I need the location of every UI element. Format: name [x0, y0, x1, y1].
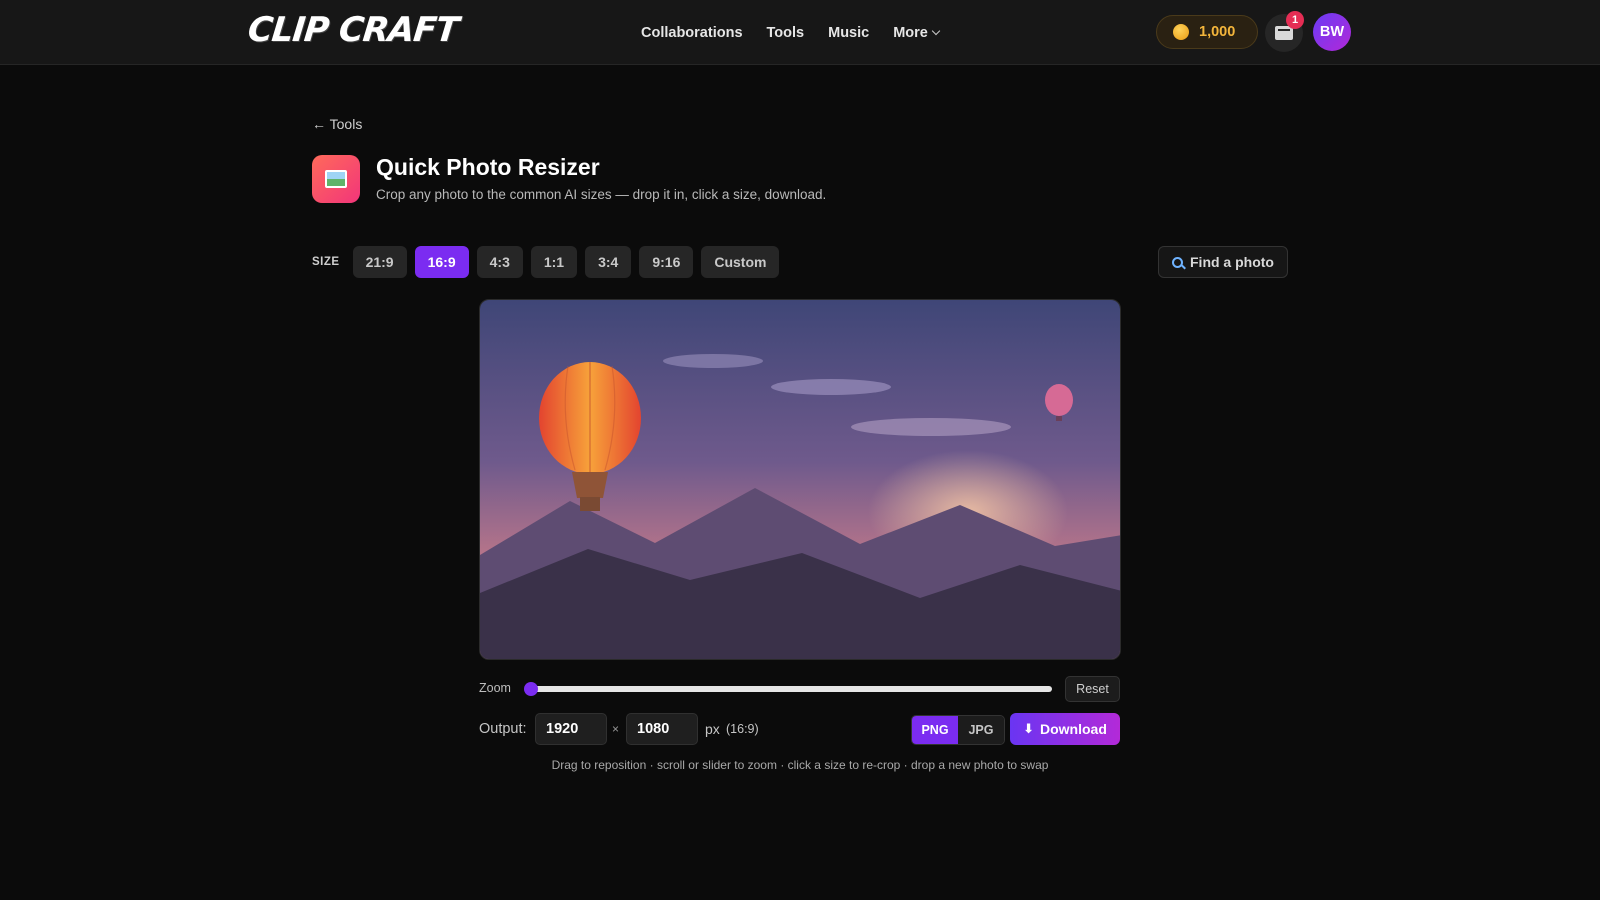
nav-music[interactable]: Music — [828, 25, 869, 41]
nav-more-label: More — [893, 24, 928, 41]
crop-canvas[interactable] — [479, 299, 1121, 660]
search-icon — [1172, 256, 1183, 268]
size-option-custom[interactable]: Custom — [701, 246, 780, 278]
format-jpg[interactable]: JPG — [958, 716, 1004, 744]
reset-button[interactable]: Reset — [1065, 676, 1120, 702]
back-to-tools-link[interactable]: ← Tools — [312, 116, 362, 132]
output-controls: Output: 1920 × 1080 px (16:9) PNG JPG ⬇ … — [479, 713, 1121, 745]
zoom-control: Zoom Reset — [479, 676, 1121, 702]
nav-tools[interactable]: Tools — [767, 25, 805, 41]
notification-badge: 1 — [1286, 11, 1304, 29]
unit-label: px — [705, 721, 720, 737]
chevron-down-icon — [931, 26, 941, 35]
size-option-16-9[interactable]: 16:9 — [414, 246, 469, 278]
size-option-1-1[interactable]: 1:1 — [530, 246, 578, 278]
dimension-separator: × — [612, 722, 620, 736]
zoom-slider[interactable] — [530, 686, 1052, 692]
find-photo-label: Find a photo — [1190, 254, 1274, 270]
page-title: Quick Photo Resizer — [376, 154, 600, 180]
size-option-9-16[interactable]: 9:16 — [639, 246, 694, 278]
output-width-field[interactable]: 1920 — [535, 713, 607, 745]
find-photo-button[interactable]: Find a photo — [1158, 246, 1288, 278]
size-label: SIZE — [312, 256, 340, 268]
zoom-slider-handle[interactable] — [524, 682, 538, 696]
main-nav: Collaborations Tools Music More — [641, 0, 941, 65]
download-label: Download — [1040, 721, 1107, 737]
download-button[interactable]: ⬇ Download — [1010, 713, 1120, 745]
output-label: Output: — [479, 721, 527, 737]
page-subtitle: Crop any photo to the common AI sizes — … — [376, 187, 827, 202]
image-icon-picture — [325, 170, 347, 188]
photo-preview — [480, 300, 1120, 659]
image-icon — [312, 155, 360, 203]
nav-more[interactable]: More — [893, 24, 941, 41]
format-png[interactable]: PNG — [912, 716, 958, 744]
logo[interactable]: CLIP CRAFT — [246, 10, 460, 50]
coin-balance[interactable]: 1,000 — [1156, 15, 1258, 49]
ratio-label: (16:9) — [726, 722, 759, 736]
zoom-label: Zoom — [479, 681, 511, 695]
size-selector: SIZE 21:9 16:9 4:3 1:1 3:4 9:16 Custom — [312, 246, 780, 278]
size-option-3-4[interactable]: 3:4 — [585, 246, 632, 278]
format-toggle: PNG JPG — [911, 715, 1005, 745]
output-height-field[interactable]: 1080 — [626, 713, 698, 745]
avatar[interactable]: BW — [1313, 13, 1351, 51]
top-navbar: CLIP CRAFT Collaborations Tools Music Mo… — [0, 0, 1600, 65]
download-icon: ⬇ — [1023, 721, 1034, 736]
usage-hint: Drag to reposition · scroll or slider to… — [551, 758, 1049, 772]
nav-collaborations[interactable]: Collaborations — [641, 25, 743, 41]
coin-icon — [1173, 24, 1189, 40]
size-option-4-3[interactable]: 4:3 — [476, 246, 523, 278]
coin-count: 1,000 — [1199, 24, 1236, 40]
size-option-21-9[interactable]: 21:9 — [352, 246, 407, 278]
